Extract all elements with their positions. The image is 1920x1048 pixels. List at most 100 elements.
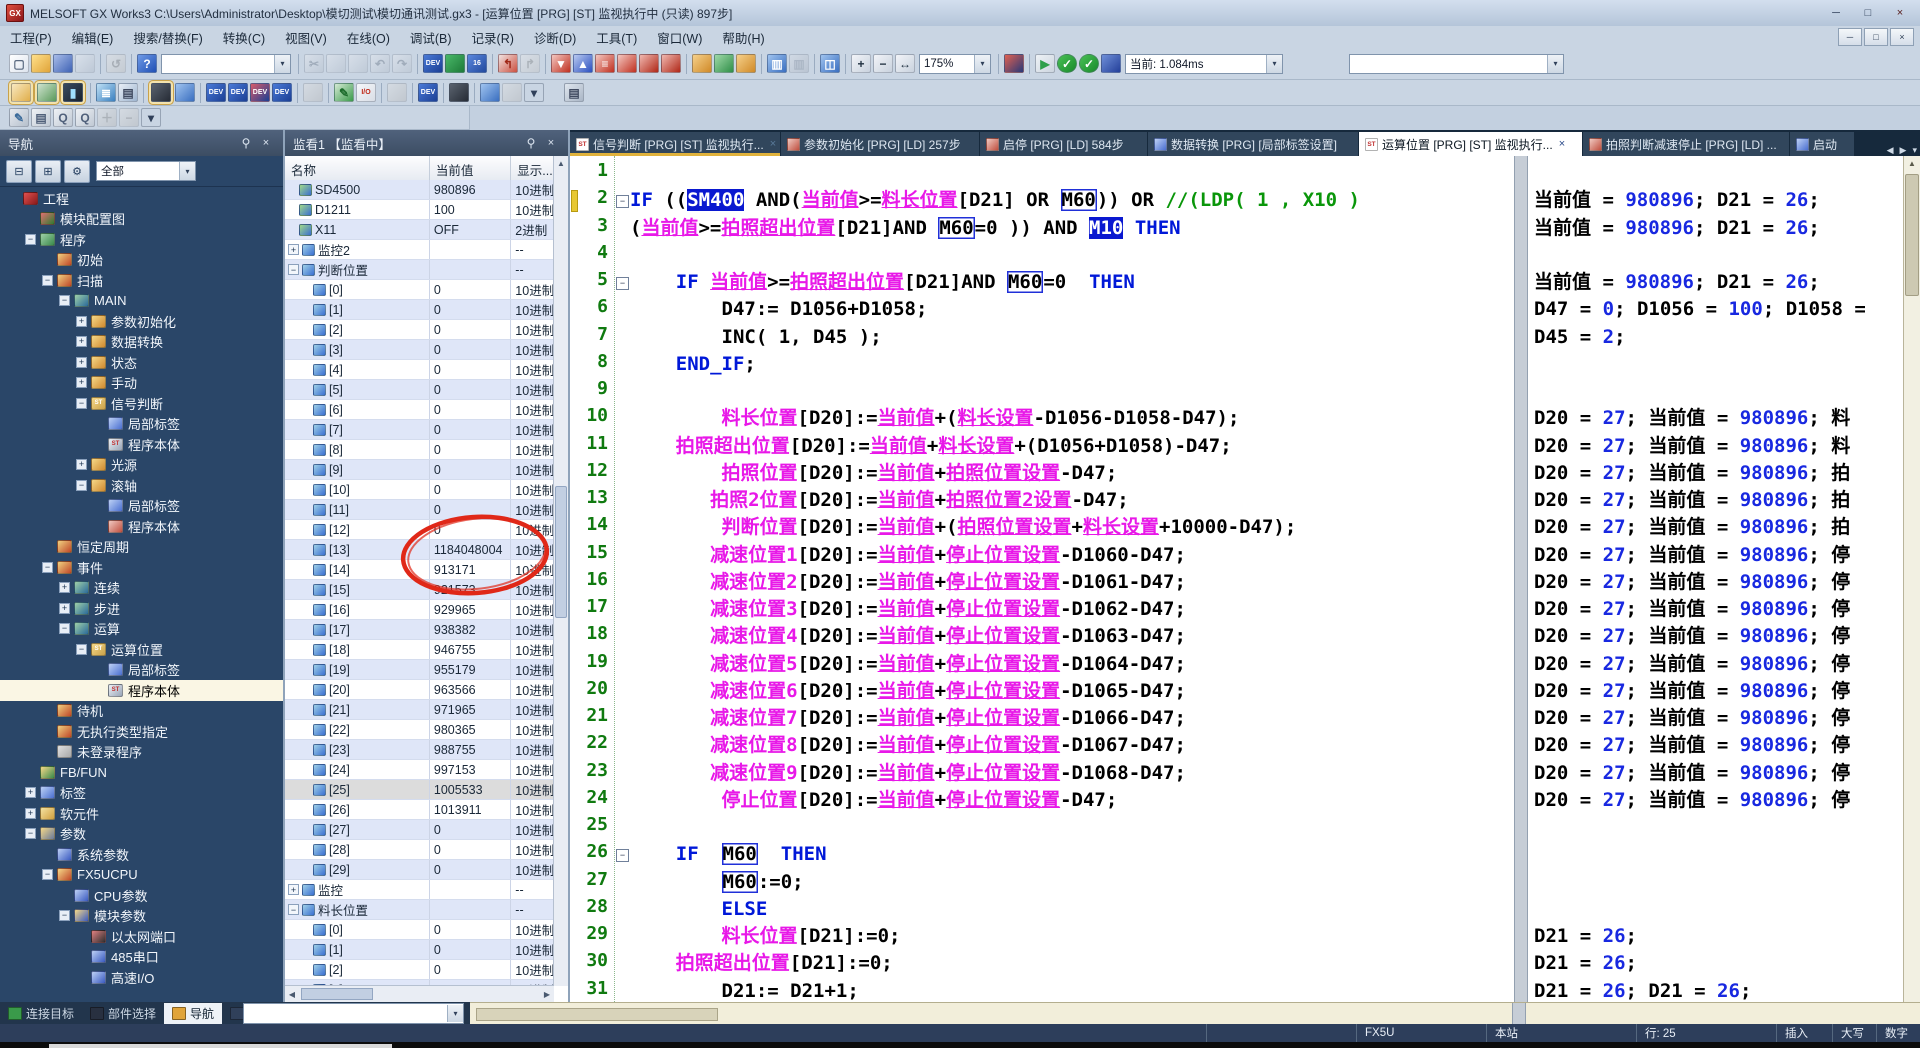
- code-line[interactable]: [630, 160, 1514, 187]
- window-search-icon[interactable]: [480, 83, 500, 102]
- scroll-thumb[interactable]: [476, 1008, 718, 1021]
- watch-row[interactable]: [0]010进制: [285, 280, 554, 300]
- watch-row[interactable]: [21]97196510进制: [285, 700, 554, 720]
- collapse-icon[interactable]: −: [288, 904, 299, 915]
- window-tile-icon[interactable]: ▥: [789, 54, 809, 73]
- write-undo-icon[interactable]: ↰: [498, 54, 518, 73]
- rebuild-all-icon[interactable]: [736, 54, 756, 73]
- watch-row[interactable]: [1]010进制: [285, 300, 554, 320]
- scroll-up-icon[interactable]: ▲: [1904, 156, 1920, 171]
- minimize-button[interactable]: ─: [1820, 2, 1852, 24]
- find-next-icon[interactable]: Q: [75, 108, 95, 127]
- chevron-down-icon[interactable]: ▾: [447, 1005, 463, 1022]
- dock-tab-导航[interactable]: 导航: [164, 1003, 222, 1024]
- watch-row[interactable]: [1]010进制: [285, 940, 554, 960]
- tree-item-CPU参数[interactable]: −CPU参数: [0, 885, 283, 906]
- collapse-icon[interactable]: −: [59, 910, 70, 921]
- delete-row-icon[interactable]: −: [119, 108, 139, 127]
- scroll-right-icon[interactable]: ▶: [540, 990, 554, 999]
- tree-item-程序本体[interactable]: −程序本体: [0, 516, 283, 537]
- tree-item-局部标签[interactable]: −局部标签: [0, 660, 283, 681]
- tree-item-未登录程序[interactable]: −未登录程序: [0, 742, 283, 763]
- paste-icon[interactable]: [348, 54, 368, 73]
- dock-tab-部件选择[interactable]: 部件选择: [82, 1003, 164, 1024]
- collapse-icon[interactable]: −: [42, 562, 53, 573]
- expand-icon[interactable]: +: [59, 603, 70, 614]
- toolbar3-overflow-icon[interactable]: ▾: [141, 108, 161, 127]
- chevron-down-icon[interactable]: ▾: [974, 55, 990, 73]
- tree-collapse-icon[interactable]: ⊞: [35, 160, 61, 183]
- tree-item-标签[interactable]: +标签: [0, 783, 283, 804]
- cut-icon[interactable]: ✂: [304, 54, 324, 73]
- child-restore-button[interactable]: □: [1864, 28, 1888, 46]
- find-in-program-icon[interactable]: Q: [53, 108, 73, 127]
- watch-row[interactable]: [16]92996510进制: [285, 600, 554, 620]
- code-line[interactable]: ELSE: [630, 896, 1514, 923]
- fold-collapse-icon[interactable]: −: [616, 195, 629, 208]
- program-copy-icon[interactable]: ▤: [31, 108, 51, 127]
- write-redo-icon[interactable]: ↱: [520, 54, 540, 73]
- st-edit-icon[interactable]: ✎: [9, 108, 29, 127]
- code-line[interactable]: IF M60 THEN: [630, 841, 1514, 868]
- code-line[interactable]: 减速位置7[D20]:=当前值+停止位置设置-D1066-D47;: [630, 705, 1514, 732]
- child-close-button[interactable]: ×: [1890, 28, 1914, 46]
- watch-row[interactable]: [2]010进制: [285, 320, 554, 340]
- chevron-down-icon[interactable]: ▾: [1547, 55, 1563, 73]
- collapse-icon[interactable]: −: [25, 828, 36, 839]
- watch-row[interactable]: [4]010进制: [285, 360, 554, 380]
- watch-row[interactable]: [6]010进制: [285, 400, 554, 420]
- menu-视图[interactable]: 视图(V): [275, 26, 337, 49]
- tree-item-系统参数[interactable]: −系统参数: [0, 844, 283, 865]
- tree-item-FB/FUN[interactable]: −FB/FUN: [0, 762, 283, 783]
- fold-collapse-icon[interactable]: −: [616, 277, 629, 290]
- project-tree-icon[interactable]: [11, 83, 31, 102]
- tree-item-初始[interactable]: −初始: [0, 250, 283, 271]
- monitor-window-icon[interactable]: ▤: [564, 83, 584, 102]
- watch-row[interactable]: [8]010进制: [285, 440, 554, 460]
- plc-write-icon[interactable]: ▼: [551, 54, 571, 73]
- tree-item-步进[interactable]: +步进: [0, 598, 283, 619]
- watch-row[interactable]: [24]99715310进制: [285, 760, 554, 780]
- chevron-down-icon[interactable]: ▾: [179, 162, 195, 180]
- tree-item-运算位置[interactable]: −ST运算位置: [0, 639, 283, 660]
- tree-item-手动[interactable]: +手动: [0, 373, 283, 394]
- dock-tab-连接目标[interactable]: 连接目标: [0, 1003, 82, 1024]
- watch-row[interactable]: [13]118404800410进制: [285, 540, 554, 560]
- code-line[interactable]: 料长位置[D20]:=当前值+(料长设置-D1056-D1058-D47);: [630, 405, 1514, 432]
- code-line[interactable]: IF 当前值>=拍照超出位置[D21]AND M60=0 THEN: [630, 269, 1514, 296]
- label-editor-icon[interactable]: ✎: [334, 83, 354, 102]
- search-dropdown-box[interactable]: ▾: [243, 1003, 464, 1024]
- help-icon[interactable]: ?: [137, 54, 157, 73]
- code-line[interactable]: [630, 378, 1514, 405]
- undo-icon[interactable]: ↶: [370, 54, 390, 73]
- menu-诊断[interactable]: 诊断(D): [524, 26, 586, 49]
- expand-icon[interactable]: +: [76, 377, 87, 388]
- expand-icon[interactable]: +: [25, 808, 36, 819]
- menu-调试[interactable]: 调试(B): [400, 26, 462, 49]
- tree-item-待机[interactable]: −待机: [0, 701, 283, 722]
- watch-row[interactable]: [11]010进制: [285, 500, 554, 520]
- watch-row[interactable]: [26]101391110进制: [285, 800, 554, 820]
- scroll-thumb[interactable]: [301, 988, 373, 1000]
- column-header-1[interactable]: 当前值: [430, 156, 511, 180]
- remote-stop-icon[interactable]: [661, 54, 681, 73]
- watch-horizontal-scrollbar[interactable]: ◀ ▶: [285, 985, 554, 1002]
- scroll-thumb[interactable]: [1905, 174, 1919, 296]
- expand-icon[interactable]: +: [76, 336, 87, 347]
- collapse-icon[interactable]: −: [76, 480, 87, 491]
- tab-启停 [PRG] [LD] 584步[interactable]: 启停 [PRG] [LD] 584步: [980, 132, 1147, 156]
- tree-item-信号判断[interactable]: −ST信号判断: [0, 393, 283, 414]
- code-line[interactable]: D47:= D1056+D1058;: [630, 296, 1514, 323]
- watch-row[interactable]: [2]010进制: [285, 960, 554, 980]
- redo-icon[interactable]: ↷: [392, 54, 412, 73]
- zoom-fit-icon[interactable]: ↔: [895, 54, 915, 73]
- menu-转换[interactable]: 转换(C): [213, 26, 275, 49]
- device-initial-icon[interactable]: DEV: [250, 83, 270, 102]
- menu-帮助[interactable]: 帮助(H): [712, 26, 774, 49]
- code-line[interactable]: 料长位置[D21]:=0;: [630, 923, 1514, 950]
- code-line[interactable]: 减速位置1[D20]:=当前值+停止位置设置-D1060-D47;: [630, 542, 1514, 569]
- monitor-write-ok-icon[interactable]: ✓: [1057, 54, 1077, 73]
- collapse-icon[interactable]: −: [76, 398, 87, 409]
- monitor-read-ok-icon[interactable]: ✓: [1079, 54, 1099, 73]
- dock-gray-icon[interactable]: [502, 83, 522, 102]
